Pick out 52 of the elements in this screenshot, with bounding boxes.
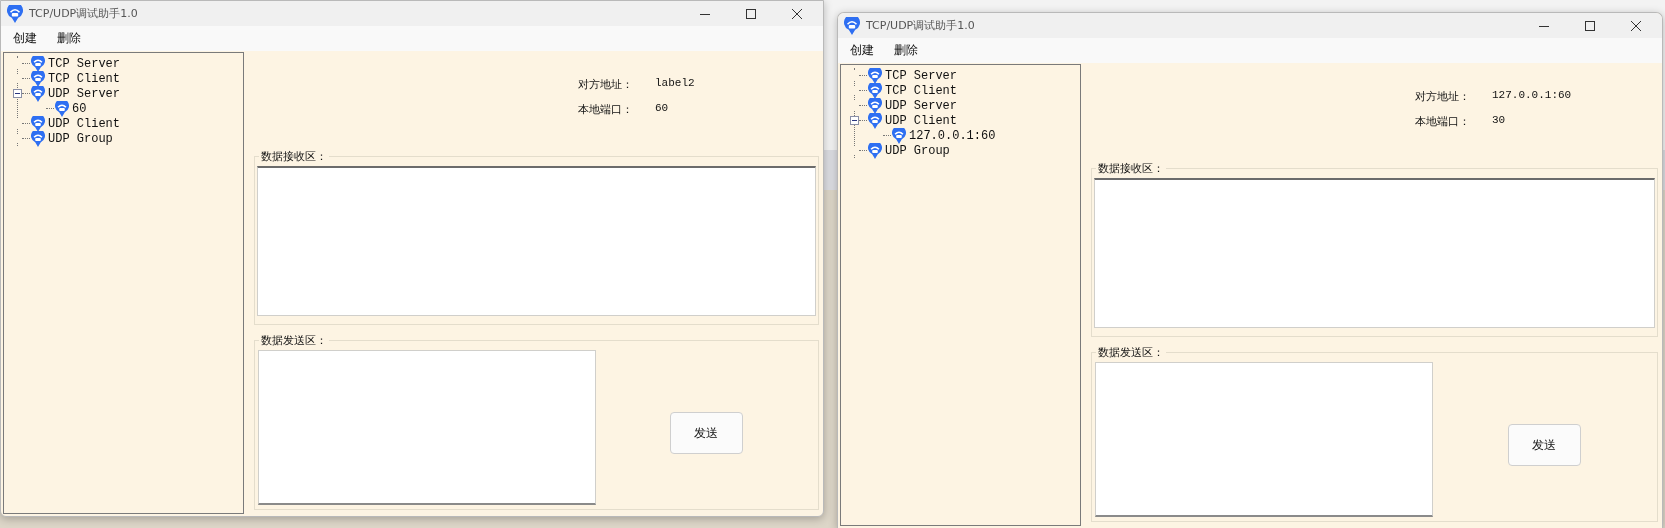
field-label: 对方地址： <box>1415 89 1470 104</box>
window-title: TCP/UDP调试助手1.0 <box>29 6 138 21</box>
tree-item[interactable]: 60 <box>72 101 87 116</box>
tree-item[interactable]: TCP Client <box>885 83 957 98</box>
phone-pin-icon <box>31 115 45 132</box>
menu-item[interactable]: 创建 <box>5 28 45 49</box>
send-button[interactable]: 发送 <box>1507 424 1581 466</box>
send-button[interactable]: 发送 <box>669 412 743 454</box>
group-title: 数据发送区： <box>260 333 328 348</box>
field-label: 本地端口： <box>1415 114 1470 129</box>
tree-item[interactable]: UDP Group <box>885 143 950 158</box>
tree-item[interactable]: TCP Server <box>48 56 120 71</box>
menu-item[interactable]: 创建 <box>842 40 882 61</box>
phone-pin-icon <box>844 16 860 35</box>
phone-pin-icon <box>31 55 45 72</box>
phone-pin-icon <box>868 112 882 129</box>
phone-pin-icon <box>868 82 882 99</box>
phone-pin-icon <box>31 85 45 102</box>
field-value: label2 <box>655 77 695 91</box>
menu-item[interactable]: 删除 <box>886 40 926 61</box>
maximize-icon[interactable] <box>1584 19 1596 32</box>
phone-pin-icon <box>892 127 906 144</box>
field-value: 60 <box>655 102 670 116</box>
tree-item[interactable]: UDP Server <box>48 86 120 101</box>
field-value: 127.0.0.1:60 <box>1492 89 1572 103</box>
tree-item[interactable]: UDP Server <box>885 98 957 113</box>
collapse-icon[interactable] <box>850 116 859 125</box>
phone-pin-icon <box>7 4 23 23</box>
tree-item[interactable]: TCP Client <box>48 71 120 86</box>
tree-item[interactable]: 127.0.0.1:60 <box>909 128 996 143</box>
window-title: TCP/UDP调试助手1.0 <box>866 18 975 33</box>
field-value: 30 <box>1492 114 1507 128</box>
tree-item[interactable]: TCP Server <box>885 68 957 83</box>
tree-item[interactable]: UDP Client <box>885 113 957 128</box>
close-icon[interactable] <box>791 7 803 20</box>
phone-pin-icon <box>868 97 882 114</box>
phone-pin-icon <box>868 142 882 159</box>
group-title: 数据接收区： <box>1097 161 1165 176</box>
phone-pin-icon <box>31 130 45 147</box>
group-title: 数据接收区： <box>260 149 328 164</box>
collapse-icon[interactable] <box>13 89 22 98</box>
phone-pin-icon <box>55 100 69 117</box>
field-label: 本地端口： <box>578 102 633 117</box>
tree-item[interactable]: UDP Client <box>48 116 120 131</box>
tree-item[interactable]: UDP Group <box>48 131 113 146</box>
maximize-icon[interactable] <box>745 7 757 20</box>
phone-pin-icon <box>868 67 882 84</box>
phone-pin-icon <box>31 70 45 87</box>
field-label: 对方地址： <box>578 77 633 92</box>
close-icon[interactable] <box>1630 19 1642 32</box>
group-title: 数据发送区： <box>1097 345 1165 360</box>
menu-item[interactable]: 删除 <box>49 28 89 49</box>
